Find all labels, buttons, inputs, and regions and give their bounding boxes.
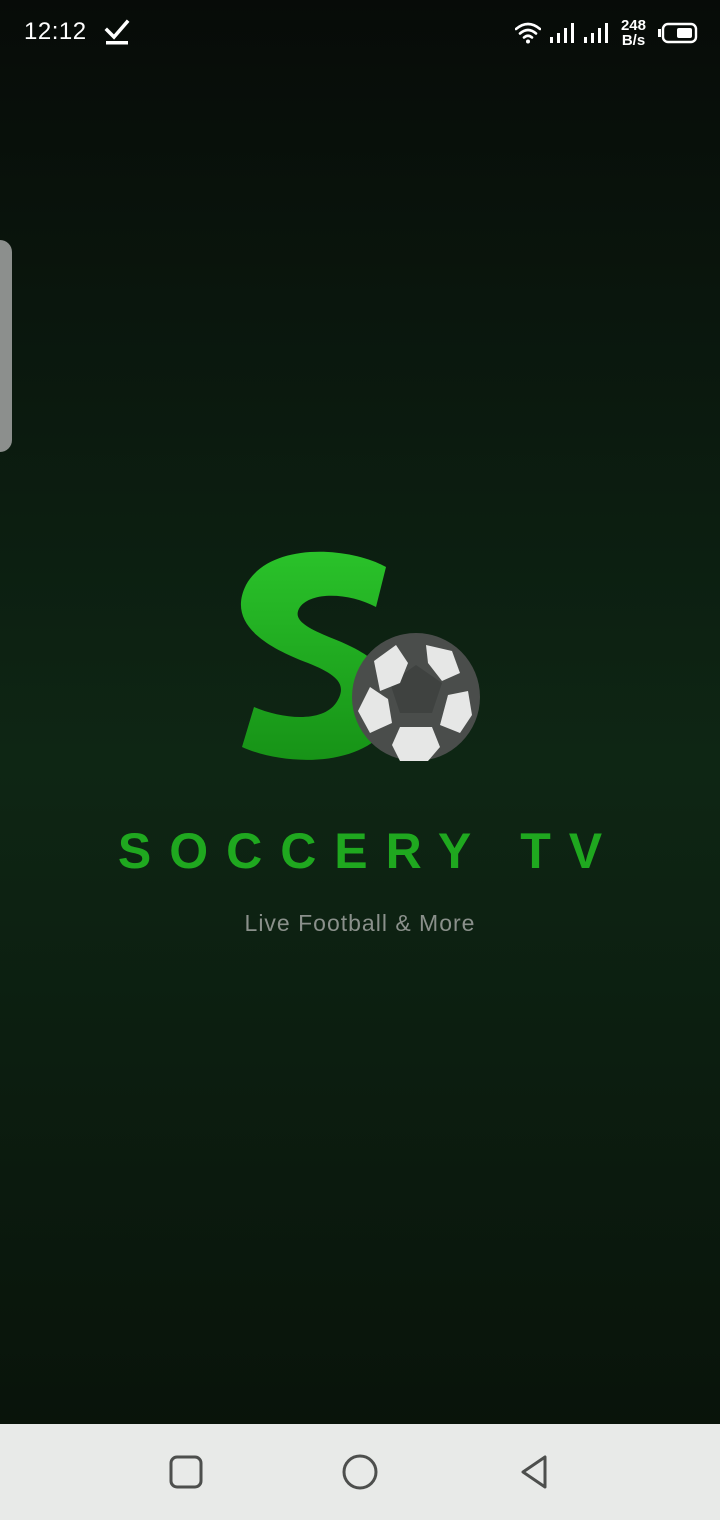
app-tagline: Live Football & More — [244, 910, 476, 936]
download-check-icon — [104, 19, 130, 45]
navigation-bar — [0, 1424, 720, 1520]
status-bar: 12:12 248 B/s — [0, 0, 720, 64]
signal-icon — [549, 23, 574, 43]
back-icon — [521, 1455, 547, 1489]
battery-icon — [658, 22, 698, 44]
recents-button[interactable] — [162, 1448, 210, 1496]
recents-icon — [169, 1455, 203, 1489]
side-edge-handle[interactable] — [0, 240, 12, 452]
home-button[interactable] — [336, 1448, 384, 1496]
soccer-ball-icon — [240, 551, 480, 761]
status-icons: 248 B/s — [514, 16, 698, 50]
status-time: 12:12 — [24, 18, 87, 45]
app-title: SOCCERY TV — [117, 823, 621, 879]
back-button[interactable] — [510, 1448, 558, 1496]
signal-icon — [583, 23, 608, 43]
splash-screen: 12:12 248 B/s SOCCERY TV Live Football &… — [0, 0, 720, 1520]
network-speed-value: 248 — [620, 17, 646, 34]
network-speed: 248 B/s — [621, 18, 646, 48]
wifi-icon — [514, 22, 541, 44]
home-icon — [342, 1454, 378, 1490]
network-speed-unit: B/s — [621, 32, 646, 49]
